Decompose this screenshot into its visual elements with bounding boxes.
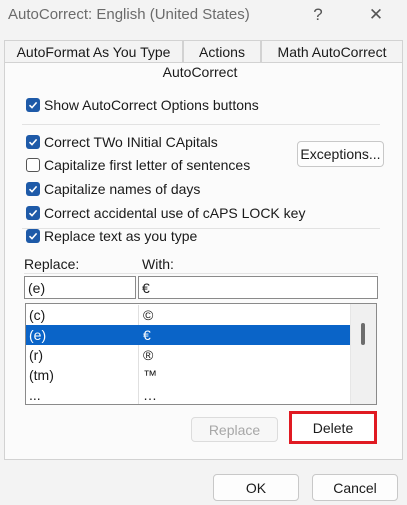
list-item[interactable]: (tm) ™ <box>26 365 354 385</box>
checkbox-checked-icon <box>26 229 40 243</box>
checkbox-label: Capitalize names of days <box>44 181 201 197</box>
entry-replace: (e) <box>29 327 47 343</box>
checkbox-checked-icon <box>26 135 40 149</box>
replace-text-as-you-type-checkbox[interactable]: Replace text as you type <box>26 227 197 245</box>
help-button[interactable]: ? <box>303 2 333 28</box>
close-button[interactable]: ✕ <box>361 2 391 28</box>
checkbox-checked-icon <box>26 182 40 196</box>
entry-replace: (c) <box>29 307 46 323</box>
window-title: AutoCorrect: English (United States) <box>8 6 250 23</box>
checkbox-label: Show AutoCorrect Options buttons <box>44 97 259 113</box>
with-input[interactable]: € <box>138 276 378 299</box>
list-item[interactable]: (r) ® <box>26 345 354 365</box>
column-divider <box>138 325 139 345</box>
tab-autoformat-as-you-type[interactable]: AutoFormat As You Type <box>4 40 183 62</box>
replace-label: Replace: <box>24 256 80 272</box>
list-item[interactable]: ... … <box>26 385 354 404</box>
separator <box>24 273 378 274</box>
entry-with: € <box>143 327 151 343</box>
capitalize-names-of-days-checkbox[interactable]: Capitalize names of days <box>26 180 200 198</box>
entry-with: ® <box>143 347 154 363</box>
checkbox-label: Correct accidental use of cAPS LOCK key <box>44 205 306 221</box>
column-divider <box>138 385 139 404</box>
cancel-button[interactable]: Cancel <box>312 474 398 501</box>
checkbox-label: Capitalize first letter of sentences <box>44 157 251 173</box>
ok-button[interactable]: OK <box>213 474 299 501</box>
show-autocorrect-buttons-checkbox[interactable]: Show AutoCorrect Options buttons <box>26 96 259 114</box>
correct-two-initial-capitals-checkbox[interactable]: Correct TWo INitial CApitals <box>26 133 218 151</box>
correct-caps-lock-checkbox[interactable]: Correct accidental use of cAPS LOCK key <box>26 204 305 222</box>
list-item[interactable]: (c) © <box>26 305 354 325</box>
entry-replace: (tm) <box>29 367 54 383</box>
tab-actions[interactable]: Actions <box>183 40 261 62</box>
entry-with: … <box>143 387 157 403</box>
replace-button[interactable]: Replace <box>191 417 278 442</box>
separator <box>22 124 380 125</box>
exceptions-button[interactable]: Exceptions... <box>297 141 384 167</box>
column-divider <box>138 365 139 385</box>
scrollbar-thumb[interactable] <box>361 323 365 345</box>
with-label: With: <box>142 256 174 272</box>
tab-math-autocorrect[interactable]: Math AutoCorrect <box>261 40 403 62</box>
checkbox-checked-icon <box>26 98 40 112</box>
entry-with: © <box>143 307 154 323</box>
entry-replace: (r) <box>29 347 43 363</box>
help-icon: ? <box>313 5 323 24</box>
replace-input[interactable]: (e) <box>24 276 136 299</box>
entry-with: ™ <box>143 367 157 383</box>
tab-autocorrect[interactable]: AutoCorrect <box>150 62 250 82</box>
checkbox-unchecked-icon <box>26 158 40 172</box>
checkbox-checked-icon <box>26 206 40 220</box>
checkbox-label: Correct TWo INitial CApitals <box>44 134 218 150</box>
close-icon: ✕ <box>368 5 384 24</box>
delete-highlight-box <box>289 411 377 444</box>
capitalize-first-letter-checkbox[interactable]: Capitalize first letter of sentences <box>26 156 250 174</box>
autocorrect-entries-list[interactable]: (c) © (e) € (r) ® (tm) ™ ... … <box>25 303 377 405</box>
list-scrollbar[interactable] <box>350 304 376 404</box>
list-item-selected[interactable]: (e) € <box>26 325 354 345</box>
checkbox-label: Replace text as you type <box>44 228 198 244</box>
column-divider <box>138 305 139 325</box>
title-bar: AutoCorrect: English (United States) ? ✕ <box>0 0 407 32</box>
column-divider <box>138 345 139 365</box>
entry-replace: ... <box>29 387 41 403</box>
